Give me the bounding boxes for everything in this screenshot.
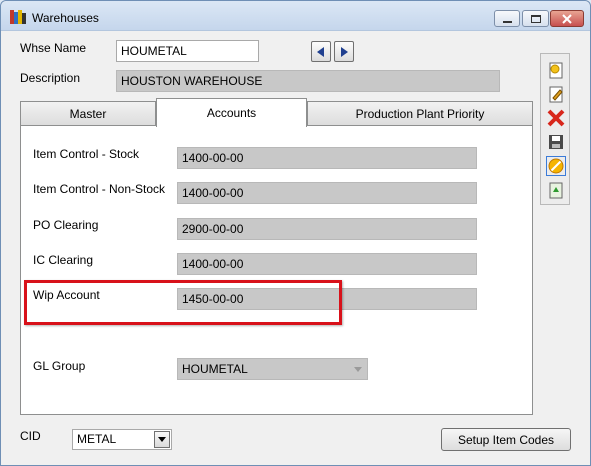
cid-select[interactable]: METAL: [72, 429, 172, 450]
whse-name-label: Whse Name: [20, 41, 87, 55]
save-icon: [549, 134, 563, 149]
arrow-left-icon: [317, 46, 324, 57]
maximize-icon: [530, 14, 541, 23]
item-control-stock-label: Item Control - Stock: [33, 147, 140, 161]
delete-icon: [547, 109, 565, 126]
close-button[interactable]: [550, 10, 584, 27]
save-record-button[interactable]: [545, 131, 567, 152]
gl-group-label: GL Group: [33, 359, 86, 373]
previous-record-button[interactable]: [311, 41, 331, 62]
chevron-down-icon: [158, 437, 166, 442]
maximize-button[interactable]: [522, 10, 549, 27]
app-icon: [10, 10, 26, 24]
description-label: Description: [20, 71, 81, 85]
arrow-right-icon: [341, 46, 348, 57]
chevron-down-icon: [354, 366, 362, 372]
cancel-icon: [546, 155, 566, 176]
item-control-non-stock-field[interactable]: 1400-00-00: [177, 182, 477, 204]
cid-label: CID: [20, 429, 41, 443]
minimize-icon: [502, 20, 512, 23]
refresh-icon: [549, 182, 563, 198]
gl-group-select[interactable]: HOUMETAL: [177, 358, 368, 380]
ic-clearing-label: IC Clearing: [33, 253, 94, 267]
item-control-non-stock-label: Item Control - Non-Stock: [33, 182, 166, 196]
item-control-stock-field[interactable]: 1400-00-00: [177, 147, 477, 169]
window-title: Warehouses: [32, 11, 99, 25]
edit-record-button[interactable]: [545, 83, 567, 104]
warehouses-window: Warehouses Whse Name HOUMETAL Descriptio…: [0, 0, 591, 466]
tab-production-plant-priority[interactable]: Production Plant Priority: [307, 101, 533, 126]
new-record-button[interactable]: [545, 59, 567, 80]
setup-item-codes-button[interactable]: Setup Item Codes: [441, 428, 571, 451]
description-field[interactable]: HOUSTON WAREHOUSE: [116, 70, 500, 92]
cid-dropdown[interactable]: [154, 431, 170, 448]
close-icon: [562, 13, 572, 24]
gl-group-value: HOUMETAL: [182, 362, 248, 376]
delete-record-button[interactable]: [545, 107, 567, 128]
record-toolbar: [540, 53, 570, 205]
title-bar[interactable]: Warehouses: [1, 1, 590, 31]
edit-icon: [549, 86, 563, 102]
ic-clearing-field[interactable]: 1400-00-00: [177, 253, 477, 275]
refresh-record-button[interactable]: [545, 179, 567, 200]
tab-accounts[interactable]: Accounts: [156, 98, 307, 127]
po-clearing-label: PO Clearing: [33, 218, 99, 232]
cancel-record-button[interactable]: [545, 155, 567, 176]
wip-account-field[interactable]: 1450-00-00: [177, 288, 477, 310]
cid-value: METAL: [77, 432, 117, 446]
wip-account-label: Wip Account: [33, 288, 100, 302]
minimize-button[interactable]: [494, 10, 520, 27]
po-clearing-field[interactable]: 2900-00-00: [177, 218, 477, 240]
tab-master[interactable]: Master: [20, 101, 156, 126]
new-icon: [549, 62, 563, 78]
next-record-button[interactable]: [334, 41, 354, 62]
whse-name-input[interactable]: HOUMETAL: [116, 40, 259, 62]
gl-group-dropdown[interactable]: [349, 359, 367, 379]
